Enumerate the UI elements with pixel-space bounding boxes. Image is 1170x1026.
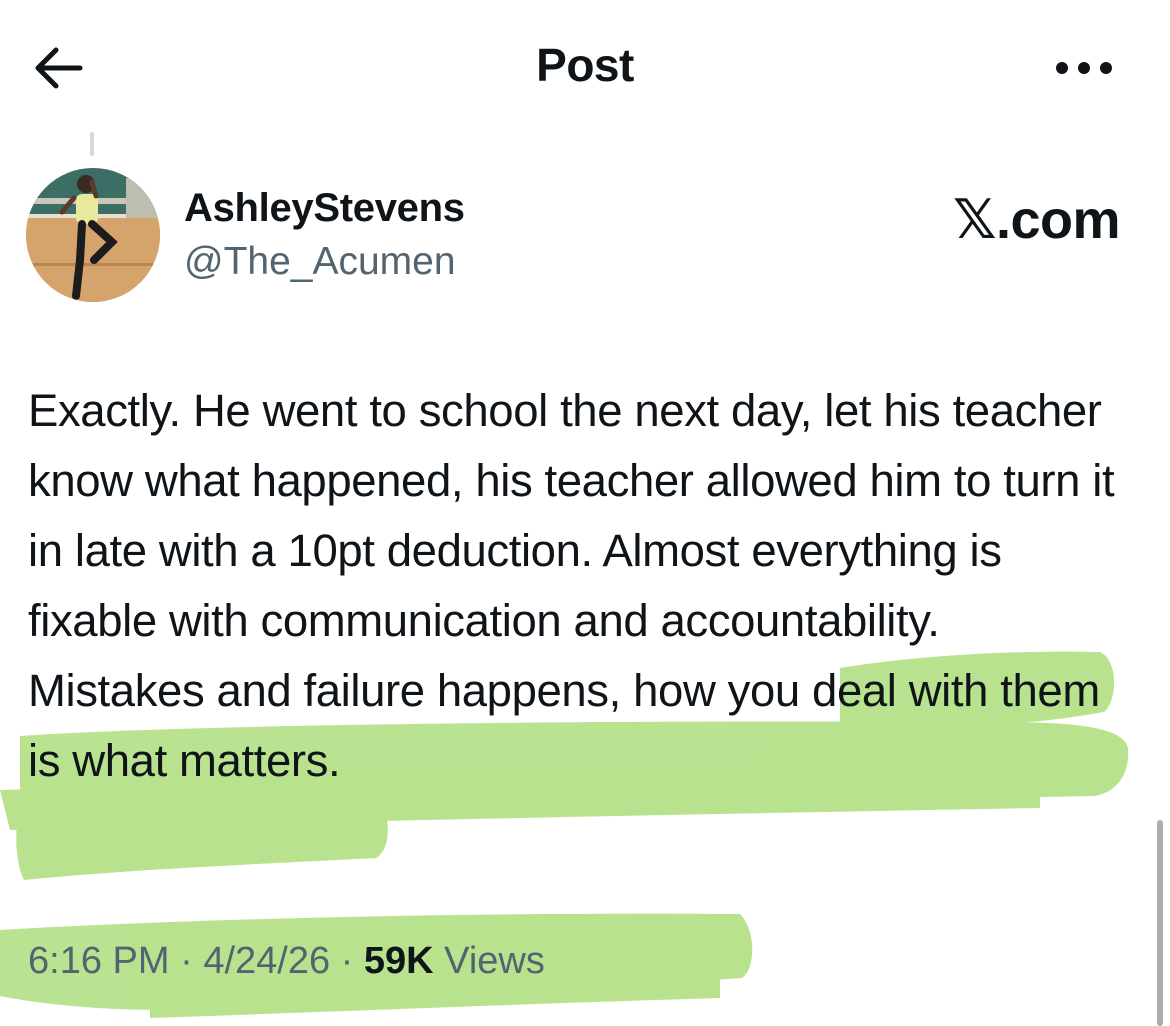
views-label: Views [433,940,545,982]
post-meta: 6:16 PM · 4/24/26 · 59K Views [28,940,545,983]
x-com-watermark: 𝕏.com [952,190,1121,250]
post-text-highlighted: Mistakes and failure happens, how you de… [28,665,1100,786]
meta-separator: · [169,940,204,982]
profile-photo [26,168,160,302]
author-handle[interactable]: @The_Acumen [184,240,456,284]
scrollbar[interactable] [1157,820,1163,1026]
author-display-name[interactable]: AshleyStevens [184,186,465,231]
page-title: Post [536,39,634,91]
more-button[interactable] [1044,48,1124,88]
meta-separator: · [330,940,364,982]
avatar[interactable] [26,168,160,302]
more-horizontal-icon [1056,62,1112,74]
views-count: 59K [363,940,434,982]
thread-connector-line [90,132,94,156]
post-text-plain: Exactly. He went to school the next day,… [28,385,1115,646]
post-time[interactable]: 6:16 PM [28,940,170,982]
post-date[interactable]: 4/24/26 [203,940,330,982]
post-text: Exactly. He went to school the next day,… [28,376,1128,796]
